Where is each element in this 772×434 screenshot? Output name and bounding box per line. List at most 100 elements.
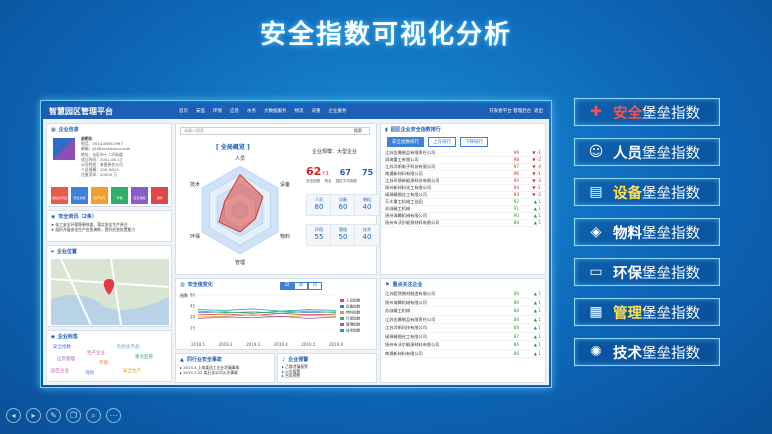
tag-cloud-word[interactable]: 安全指数 xyxy=(53,344,71,350)
copy-icon[interactable]: ❐ xyxy=(66,408,81,423)
logout-link[interactable]: 退出 xyxy=(534,109,543,114)
side-menu-item[interactable]: ◈ 物料 堡垒指数 xyxy=(574,218,720,246)
rank-row[interactable]: 江苏洋帆电子科技有限公司 97 ▼ -4 xyxy=(381,164,545,171)
platform-name: 智慧园区管理平台 xyxy=(49,106,113,116)
focus-row[interactable]: 扬州市沃尔能源材料有限公司 86 ▲ 1 xyxy=(381,341,545,350)
rank-row[interactable]: 扬州海腾机械有限公司 90 ▲ 1 xyxy=(381,213,545,220)
index-card[interactable]: 设备 60 xyxy=(330,194,356,216)
rank-row[interactable]: 苏溢精工机械 91 ▲ 1 xyxy=(381,206,545,213)
focus-score: 89 xyxy=(513,299,519,305)
prev-icon[interactable]: ◂ xyxy=(6,408,21,423)
index-card[interactable]: 环保 55 xyxy=(306,224,332,246)
company-tag-badge[interactable]: 安全评级 xyxy=(71,187,88,204)
tag-cloud-word[interactable]: 环保 xyxy=(99,360,108,366)
rank-company-name: 扬州海腾机械有限公司 xyxy=(385,213,427,218)
focus-row[interactable]: 江苏超然钢材制造有限公司 89 ▲ 1 xyxy=(381,290,545,299)
safety-news-header: ◉ 安全资讯（2条） xyxy=(51,213,97,221)
trend-tab[interactable]: 周 xyxy=(294,282,308,290)
rank-company-name: 苏溢精工机械 xyxy=(385,206,411,211)
tag-cloud-word[interactable]: 园区企业 xyxy=(51,368,69,374)
rank-row[interactable]: 绿源精细化工有限公司 93 ▼ -2 xyxy=(381,192,545,199)
rank-tab[interactable]: 上升排行 xyxy=(428,137,456,147)
rank-tab[interactable]: 下降排行 xyxy=(460,137,488,147)
shield-icon: ✚ xyxy=(590,104,602,120)
focus-row[interactable]: 绿源精细化工有限公司 87 ▲ 1 xyxy=(381,333,545,341)
nav-item[interactable]: 环保 xyxy=(213,108,222,114)
side-menu-accent: 技术 xyxy=(613,345,642,362)
company-tag-badge[interactable]: 应急预案 xyxy=(131,187,148,204)
search-input[interactable]: 请输入搜索 xyxy=(180,127,370,135)
company-tag-badge[interactable]: 生产许可 xyxy=(91,187,108,204)
company-tag-badge[interactable]: 消防 xyxy=(151,187,168,204)
focus-row[interactable]: 江苏洋帆科技有限公司 88 ▲ 1 xyxy=(381,324,545,333)
nav-item[interactable]: 大数据服务 xyxy=(264,108,287,114)
news-item[interactable]: ➤ 组织开展安全生产应急演练，提升应急处置能力 xyxy=(51,227,167,232)
side-menu-label: 堡垒指数 xyxy=(642,305,700,322)
tag-cloud-word[interactable]: 应急管理 xyxy=(57,356,75,362)
company-tag-badge[interactable]: 危险化学品 xyxy=(51,187,68,204)
side-menu-accent: 物料 xyxy=(613,225,642,242)
index-card[interactable]: 管理 50 xyxy=(330,224,356,246)
trend-x-tick: 2019.4 xyxy=(274,342,288,347)
location-map[interactable] xyxy=(51,259,169,325)
focus-company-name: 江苏洋帆科技有限公司 xyxy=(385,325,427,330)
side-menu-item[interactable]: ✺ 技术 堡垒指数 xyxy=(574,338,720,366)
nav-item[interactable]: 双重 xyxy=(312,108,321,114)
warning-item[interactable]: ▸ 台风预警 xyxy=(282,374,372,379)
focus-company-name: 江苏金属制品有限责任公司 xyxy=(385,316,436,322)
company-tag-badge[interactable]: 环保 xyxy=(111,187,128,204)
side-menu-item[interactable]: ▭ 环保 堡垒指数 xyxy=(574,258,720,286)
side-menu-item[interactable]: ▦ 管理 堡垒指数 xyxy=(574,298,720,326)
user-link[interactable]: 开发者平台 管理后台 xyxy=(489,109,531,114)
accident-item[interactable]: ▸ 2015.7.23 某石化公司火灾事故 xyxy=(180,370,270,375)
person-icon: ☺ xyxy=(588,144,604,160)
tag-cloud-word[interactable]: 消防 xyxy=(85,370,94,376)
rank-row[interactable]: 扬州新材料化工有限公司 94 ▼ -1 xyxy=(381,185,545,192)
trend-tab[interactable]: 月 xyxy=(308,282,322,290)
trend-tab[interactable]: 日 xyxy=(280,282,294,290)
nav-item[interactable]: 物流 xyxy=(295,108,304,114)
company-tag-label: 消防 xyxy=(156,196,163,200)
focus-score: 87 xyxy=(513,333,519,339)
search-button[interactable]: 搜索 xyxy=(354,128,362,134)
nav-item[interactable]: 企业服务 xyxy=(329,108,347,114)
side-menu-item[interactable]: ▤ 设备 堡垒指数 xyxy=(574,178,720,206)
focus-row[interactable]: 江苏金属制品有限责任公司 88 ▲ 1 xyxy=(381,316,545,324)
next-icon[interactable]: ▸ xyxy=(26,408,41,423)
focus-row[interactable]: 扬州海腾机械有限公司 89 ▲ 1 xyxy=(381,299,545,307)
rank-row[interactable]: 万丰重工机械工业园 92 ▲ 1 xyxy=(381,199,545,206)
focus-company-name: 扬州海腾机械有限公司 xyxy=(385,299,427,305)
index-card[interactable]: 物料 40 xyxy=(354,194,380,216)
tag-cloud-word[interactable]: 生产企业 xyxy=(87,350,105,356)
tag-cloud-word[interactable]: 安全生产 xyxy=(123,368,141,374)
zoom-icon[interactable]: ⌕ xyxy=(86,408,101,423)
user-area[interactable]: 开发者平台 管理后台 退出 xyxy=(489,108,543,114)
index-card[interactable]: 技术 40 xyxy=(354,224,380,246)
rank-row[interactable]: 江苏金属制品有限责任公司 99 ▼ -1 xyxy=(381,150,545,157)
side-menu-item[interactable]: ☺ 人员 堡垒指数 xyxy=(574,138,720,166)
rank-row[interactable]: 南通新材料有限公司 96 ▼ -1 xyxy=(381,171,545,178)
side-menu-item[interactable]: ✚ 安全 堡垒指数 xyxy=(574,98,720,126)
rank-tab[interactable]: 安全指数排行 xyxy=(387,137,424,147)
rank-trend: ▼ -1 xyxy=(532,150,541,155)
rank-row[interactable]: 润海重工有限公司 98 ▼ -2 xyxy=(381,157,545,164)
speaker-icon: ◉ xyxy=(51,213,56,220)
rank-row[interactable]: 江苏环境新能源科技有限公司 95 ▼ -3 xyxy=(381,178,545,185)
tag-cloud-word[interactable]: 重点监管 xyxy=(135,354,153,360)
tag-cloud-word[interactable]: 危险化学品 xyxy=(117,344,140,350)
focus-row[interactable]: 苏溢精工机械 88 ▲ 1 xyxy=(381,307,545,316)
focus-row[interactable]: 南通新材料有限公司 86 ▲ 1 xyxy=(381,350,545,358)
radar-axis-label: 物料 xyxy=(280,233,290,240)
index-card[interactable]: 人员 80 xyxy=(306,194,332,216)
nav-item[interactable]: 安监 xyxy=(196,108,205,114)
pen-icon[interactable]: ✎ xyxy=(46,408,61,423)
nav-item[interactable]: 水务 xyxy=(247,108,256,114)
nav-item[interactable]: 首页 xyxy=(179,108,188,114)
rank-trend: ▲ 1 xyxy=(533,220,541,225)
rank-row[interactable]: 扬州市沃尔能源材料有限公司 89 ▲ 1 xyxy=(381,220,545,227)
nav-item[interactable]: 应急 xyxy=(230,108,239,114)
more-icon[interactable]: ⋯ xyxy=(106,408,121,423)
box-icon: ◈ xyxy=(590,224,602,240)
rank-value: 67 xyxy=(339,168,351,177)
focus-trend: ▲ 1 xyxy=(533,291,541,296)
